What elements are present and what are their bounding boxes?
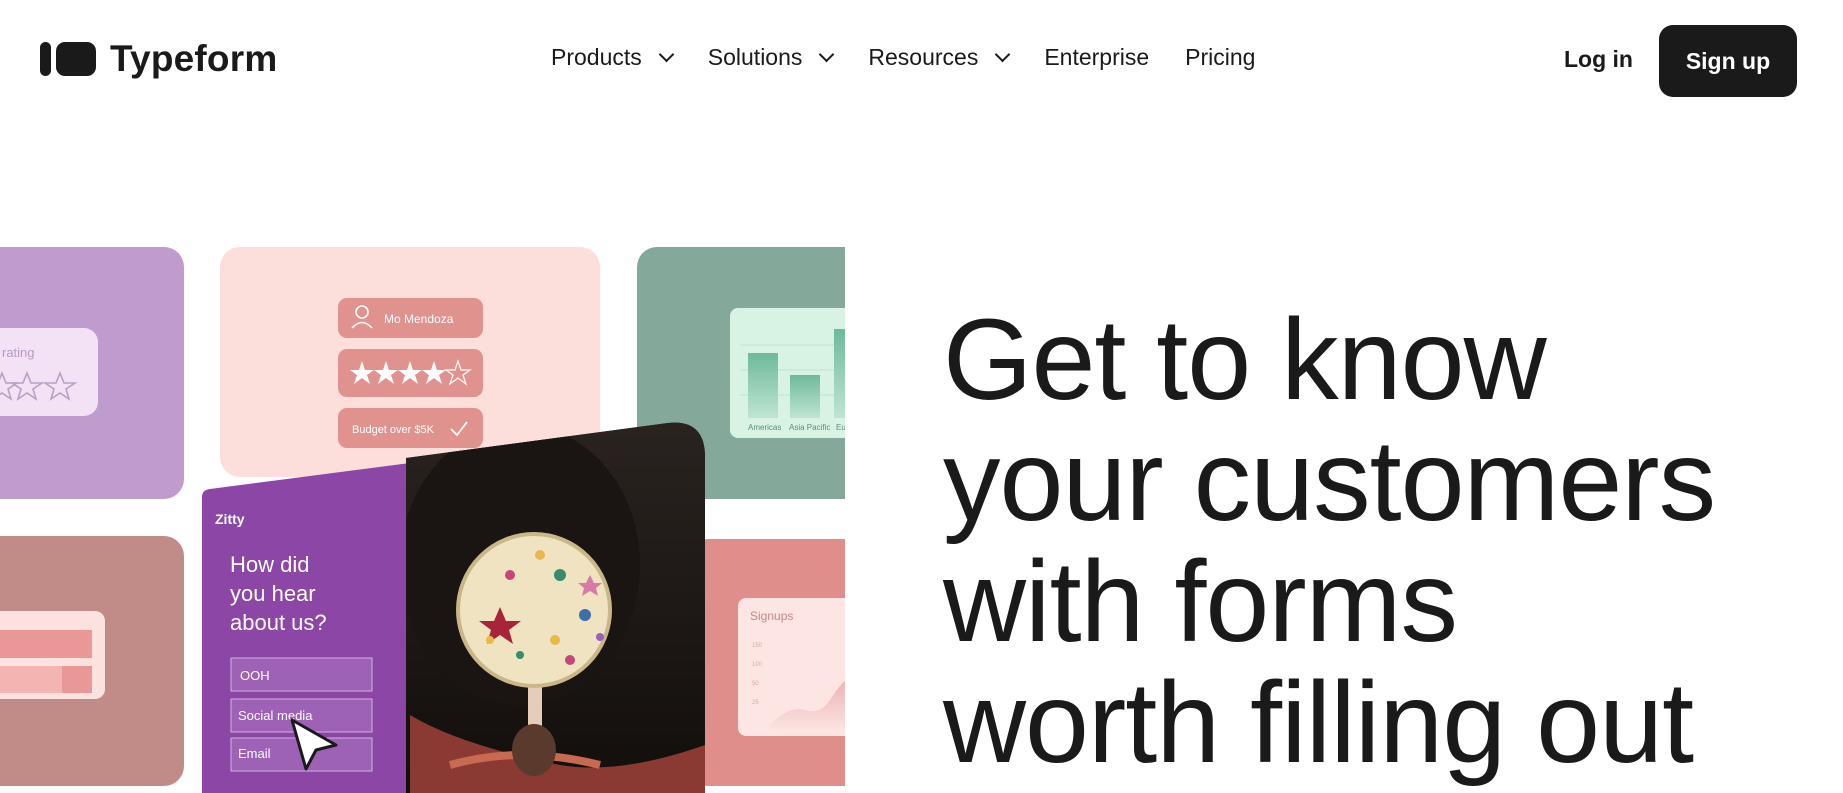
axis-tick: 50 xyxy=(752,681,759,687)
main-nav: Products Solutions Resources Enterprise … xyxy=(551,44,1291,71)
survey-option: OOH xyxy=(240,668,270,683)
nav-pricing-label: Pricing xyxy=(1185,44,1256,70)
customer-photo xyxy=(406,422,705,793)
survey-question: How did you hear about us? xyxy=(230,552,327,635)
chevron-down-icon xyxy=(819,46,835,62)
chart-bar xyxy=(790,375,820,418)
collage-illustration: rating Mo Mendoza Budget over $5K Americ… xyxy=(0,247,845,793)
nav-resources[interactable]: Resources xyxy=(868,44,1011,71)
nav-enterprise[interactable]: Enterprise xyxy=(1044,44,1149,71)
hero-title: Get to know your customers with forms wo… xyxy=(943,300,1823,784)
signup-button[interactable]: Sign up xyxy=(1659,25,1797,97)
typeform-logo-icon xyxy=(40,42,96,76)
chart-bar xyxy=(748,353,778,418)
hero-title-line: Get to know xyxy=(943,296,1547,424)
chart-label: Euro xyxy=(836,423,845,432)
rating-label: rating xyxy=(2,345,35,360)
axis-tick: 100 xyxy=(752,662,763,668)
survey-option: Social media xyxy=(238,708,313,723)
chart-label: Americas xyxy=(748,423,781,432)
nav-resources-label: Resources xyxy=(868,44,979,70)
signups-title: Signups xyxy=(750,609,793,623)
axis-tick: 25 xyxy=(752,700,759,706)
typeform-logo[interactable]: Typeform xyxy=(40,38,277,80)
survey-brand: Zitty xyxy=(215,511,245,527)
hero-title-line: with forms xyxy=(943,538,1458,666)
chevron-down-icon xyxy=(658,46,675,62)
hero-collage: rating Mo Mendoza Budget over $5K Americ… xyxy=(0,245,845,793)
axis-tick: 150 xyxy=(752,643,763,649)
hero-title-line: worth filling out xyxy=(943,659,1694,787)
rating-card: rating xyxy=(0,247,184,499)
survey-option: Email xyxy=(238,746,271,761)
nav-pricing[interactable]: Pricing xyxy=(1185,44,1255,71)
nav-solutions[interactable]: Solutions xyxy=(707,44,835,71)
nav-solutions-label: Solutions xyxy=(707,44,803,70)
progress-card xyxy=(0,536,184,786)
nav-enterprise-label: Enterprise xyxy=(1044,44,1150,70)
chevron-down-icon xyxy=(995,46,1011,62)
chart-bar xyxy=(834,329,845,418)
site-header: Typeform Products Solutions Resources En… xyxy=(0,0,1843,118)
signups-card: Signups 150 100 50 25 xyxy=(688,539,845,786)
brand-name: Typeform xyxy=(110,38,278,79)
profile-name: Mo Mendoza xyxy=(384,312,454,326)
nav-products[interactable]: Products xyxy=(551,44,675,71)
login-link[interactable]: Log in xyxy=(1564,46,1633,73)
chart-label: Asia Pacific xyxy=(789,423,830,432)
hero-title-line: your customers xyxy=(943,417,1716,545)
budget-label: Budget over $5K xyxy=(352,424,435,436)
nav-products-label: Products xyxy=(551,44,642,70)
